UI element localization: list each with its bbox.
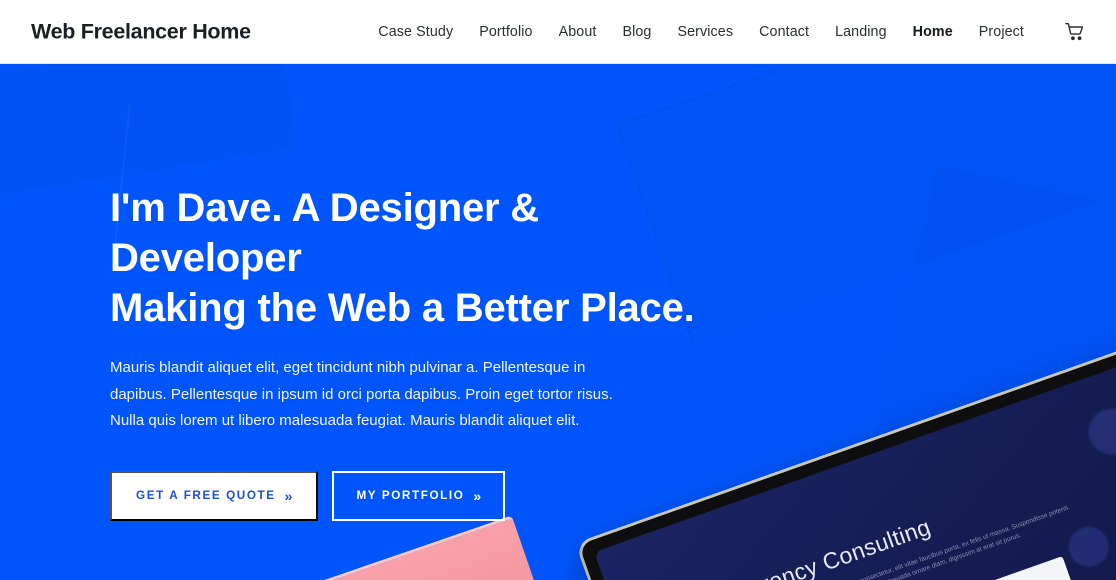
hero-headline-line2: Making the Web a Better Place. — [110, 286, 695, 330]
get-a-free-quote-button[interactable]: Get a Free Quote » — [110, 470, 319, 521]
nav-item-contact[interactable]: Contact — [759, 24, 809, 39]
nav-item-blog[interactable]: Blog — [622, 24, 651, 39]
site-logo[interactable]: Web Freelancer Home — [31, 19, 251, 44]
chevron-right-icon: » — [473, 487, 482, 504]
nav-item-case-study[interactable]: Case Study — [378, 24, 453, 39]
hero-headline: I'm Dave. A Designer & Developer Making … — [110, 183, 730, 333]
nav-item-portfolio[interactable]: Portfolio — [479, 24, 532, 39]
background-shape-b — [0, 64, 297, 199]
nav-item-home[interactable]: Home — [913, 24, 953, 39]
hero-section: I'm Dave. A Designer & Developer Making … — [0, 64, 1116, 580]
nav-item-about[interactable]: About — [559, 24, 597, 39]
site-header: Web Freelancer Home Case Study Portfolio… — [0, 0, 1116, 64]
shopping-cart-icon[interactable] — [1064, 21, 1086, 43]
screen-decor-blob — [1063, 521, 1115, 573]
chevron-right-icon: » — [284, 487, 293, 504]
hero-button-row: Get a Free Quote » My Portfolio » — [110, 470, 730, 521]
hero-content: I'm Dave. A Designer & Developer Making … — [110, 183, 730, 521]
nav-item-project[interactable]: Project — [979, 24, 1024, 39]
screen-decor-blob — [1082, 402, 1116, 461]
get-a-free-quote-label: Get a Free Quote — [136, 489, 276, 502]
my-portfolio-button[interactable]: My Portfolio » — [332, 470, 506, 521]
nav-item-services[interactable]: Services — [677, 24, 733, 39]
hero-headline-line1: I'm Dave. A Designer & Developer — [110, 186, 539, 280]
pink-device-panel — [228, 515, 561, 580]
hero-paragraph: Mauris blandit aliquet elit, eget tincid… — [110, 359, 613, 429]
my-portfolio-label: My Portfolio — [356, 489, 465, 502]
main-navigation: Case Study Portfolio About Blog Services… — [378, 24, 1024, 39]
nav-item-landing[interactable]: Landing — [835, 24, 887, 39]
